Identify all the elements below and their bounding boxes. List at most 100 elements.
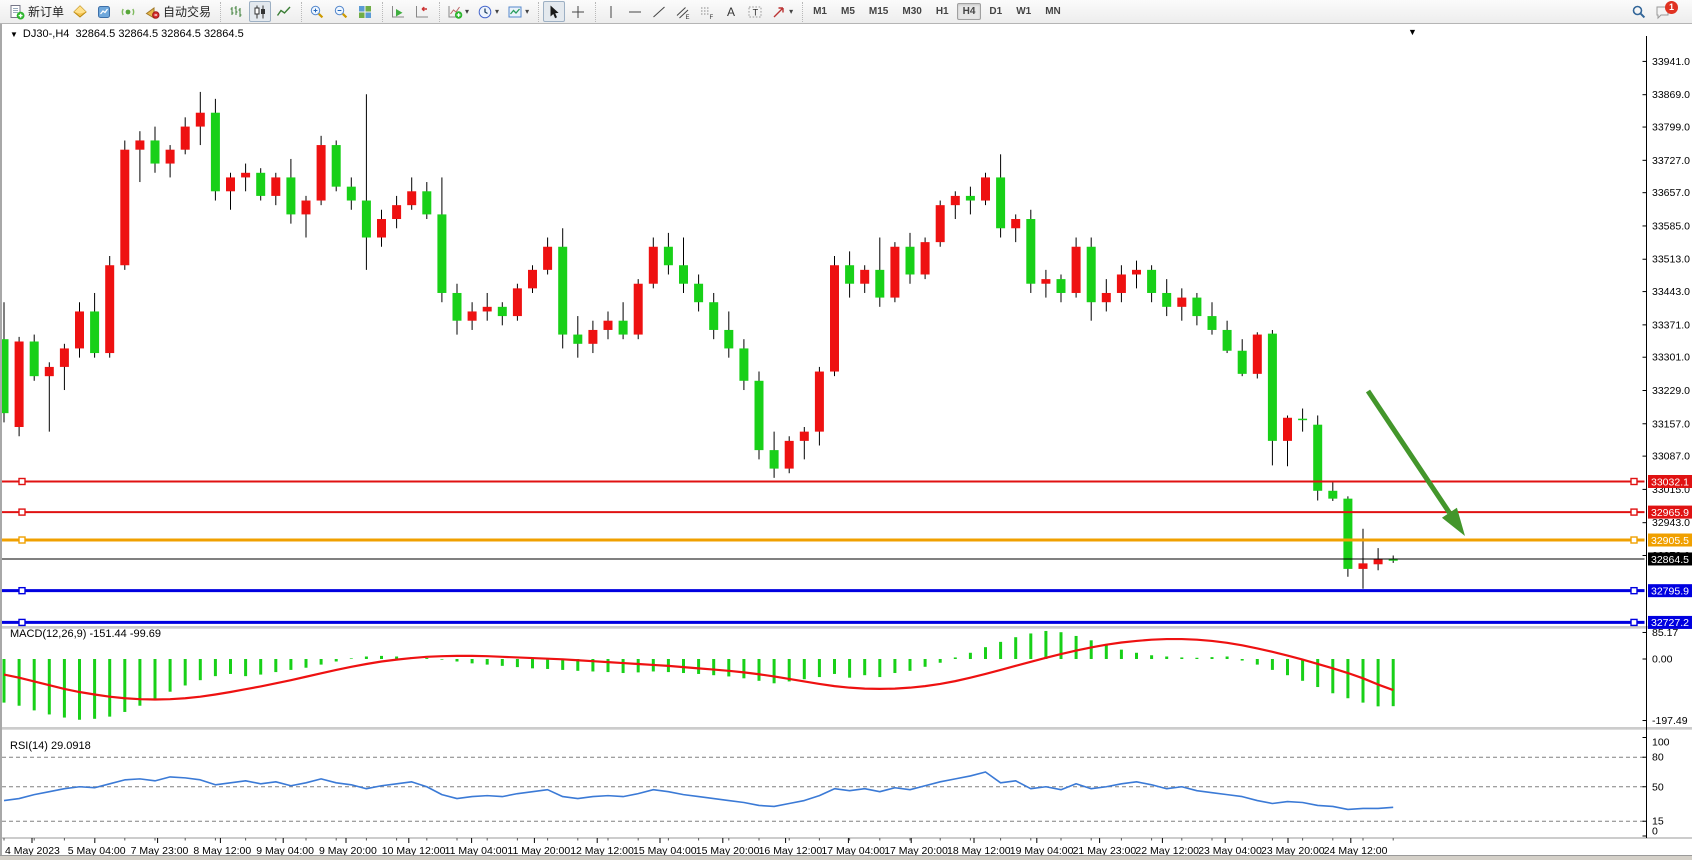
trend-arrow-annotation[interactable] [1368,391,1465,536]
candlestick-button[interactable] [249,1,271,22]
fibonacci-icon: F [699,4,715,20]
macd-axis-label: -197.49 [1652,715,1688,727]
trendline-button[interactable] [648,1,670,22]
price-axis-badge: 33032.1 [1648,475,1692,488]
toolbar-group-3 [382,2,437,22]
cursor-button[interactable] [543,1,565,22]
candle [573,335,582,344]
candle [407,191,416,205]
timeframe-mn-button[interactable]: MN [1039,3,1067,20]
bar-chart-button[interactable] [225,1,247,22]
crosshair-button[interactable] [567,1,589,22]
macd-pane [4,631,1393,720]
indicators-button[interactable]: ▾ [444,1,472,22]
market-watch-button[interactable] [69,1,91,22]
candle [604,321,613,330]
chart-window[interactable]: 33941.033869.033799.033727.033657.033585… [0,24,1692,860]
tile-windows-button[interactable] [354,1,376,22]
data-window-button[interactable] [93,1,115,22]
candle [105,265,114,353]
search-button[interactable] [1628,1,1650,22]
chart-menu-arrow-icon[interactable]: ▼ [10,30,18,39]
candle [437,214,446,293]
candle [513,288,522,316]
line-drag-handle[interactable] [1631,619,1637,625]
candle [362,201,371,238]
trading-terminal-window: 新订单自动交易▾▾▾EFAT▾M1M5M15M30H1H4D1W1MN 1 33… [0,0,1692,860]
line-drag-handle[interactable] [1631,588,1637,594]
candle [634,284,643,335]
candle [694,284,703,302]
channel-button[interactable]: E [672,1,694,22]
zoom-in-button[interactable] [306,1,328,22]
arrows-button[interactable]: ▾ [768,1,796,22]
svg-text:33229.0: 33229.0 [1652,385,1690,397]
zoom-out-icon [333,4,349,20]
notifications-button[interactable]: 1 [1652,1,1687,22]
line-drag-handle[interactable] [19,478,25,484]
line-drag-handle[interactable] [19,588,25,594]
svg-text:33443.0: 33443.0 [1652,286,1690,298]
timeframe-m30-button[interactable]: M30 [896,3,927,20]
zoom-out-button[interactable] [330,1,352,22]
vertical-line-button[interactable] [600,1,622,22]
line-drag-handle[interactable] [19,509,25,515]
chart-shift-icon [414,4,430,20]
toolbar-right-section: 1 [1627,1,1692,22]
new-order-button[interactable]: 新订单 [6,1,67,22]
autotrading-button-label: 自动交易 [163,3,211,20]
rsi-indicator-label: RSI(14) 29.0918 [10,740,91,752]
candle [845,265,854,283]
timeframe-d1-button[interactable]: D1 [983,3,1008,20]
zoom-in-icon [309,4,325,20]
candle [921,242,930,274]
timeframe-m15-button[interactable]: M15 [863,3,894,20]
autotrading-button[interactable]: 自动交易 [141,1,214,22]
candle [619,321,628,335]
price-axis-badge: 32965.9 [1648,506,1692,519]
chart-shift-button[interactable] [411,1,433,22]
svg-text:33032.1: 33032.1 [1651,476,1689,488]
candle [151,140,160,163]
candle [317,145,326,200]
chevron-down-icon: ▾ [525,7,529,16]
candle [785,441,794,469]
line-drag-handle[interactable] [1631,509,1637,515]
candle [1057,279,1066,293]
candle [1328,491,1337,499]
chart-canvas[interactable]: 33941.033869.033799.033727.033657.033585… [2,24,1692,860]
rsi-axis-label: 0 [1652,826,1658,838]
timeframe-w1-button[interactable]: W1 [1010,3,1037,20]
svg-text:32905.5: 32905.5 [1651,535,1689,547]
line-drag-handle[interactable] [19,619,25,625]
templates-button[interactable]: ▾ [504,1,532,22]
toolbar-group-0: 新订单 自动交易 [2,2,218,22]
rsi-line [4,772,1393,809]
toolbar-group-1 [220,2,299,22]
timeframe-m5-button[interactable]: M5 [835,3,861,20]
line-drag-handle[interactable] [1631,478,1637,484]
indicators-icon [447,4,463,20]
macd-indicator-label: MACD(12,26,9) -151.44 -99.69 [10,628,161,640]
periods-button[interactable]: ▾ [474,1,502,22]
label-button[interactable]: T [744,1,766,22]
horizontal-line-button[interactable] [624,1,646,22]
cursor-icon [546,4,562,20]
line-chart-button[interactable] [273,1,295,22]
text-button[interactable]: A [720,1,742,22]
one-click-collapse-icon[interactable]: ▼ [1408,27,1417,37]
toolbar-group-5 [538,2,593,22]
window-bottom-edge [0,855,1692,860]
timeframe-h1-button[interactable]: H1 [930,3,955,20]
line-drag-handle[interactable] [19,537,25,543]
timeframe-h4-button[interactable]: H4 [957,3,982,20]
candle [755,381,764,450]
auto-scroll-button[interactable] [387,1,409,22]
line-drag-handle[interactable] [1631,537,1637,543]
timeframe-m1-button[interactable]: M1 [807,3,833,20]
candle [1147,270,1156,293]
navigator-button[interactable] [117,1,139,22]
fibonacci-button[interactable]: F [696,1,718,22]
toolbar-group-2 [301,2,380,22]
candle [483,307,492,312]
